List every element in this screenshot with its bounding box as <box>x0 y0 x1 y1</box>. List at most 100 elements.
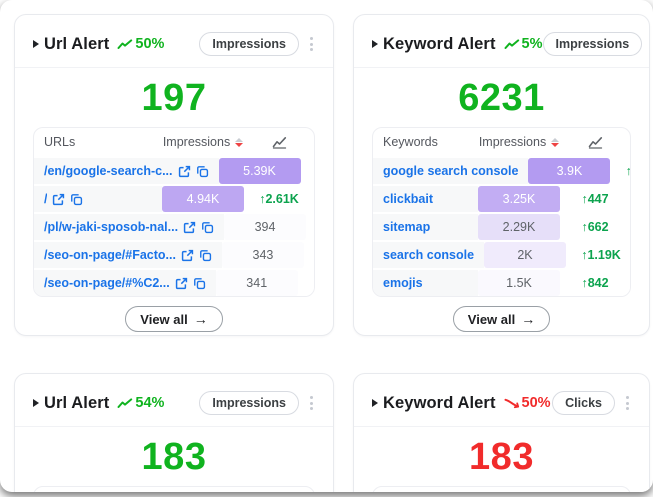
big-number: 183 <box>33 438 315 476</box>
change-cell: ↑299 <box>298 270 315 296</box>
change-cell: ↑1.19K <box>566 242 631 268</box>
expand-triangle-icon[interactable] <box>372 40 378 48</box>
col2-header[interactable]: Impressions <box>478 128 560 156</box>
url-link[interactable]: /pl/w-jaki-sposob-nal... <box>44 220 178 234</box>
copy-icon[interactable] <box>201 221 214 234</box>
trend-up-icon <box>504 39 520 50</box>
keyword-link[interactable]: emojis <box>383 276 423 290</box>
header-divider <box>15 67 333 68</box>
chart-line-icon[interactable] <box>272 136 287 149</box>
data-table: Keywords Clicks <box>372 486 631 492</box>
value-cell: 5.39K <box>219 158 301 184</box>
change-cell: ↑2.61K <box>244 186 314 212</box>
change-cell: ↑662 <box>560 214 630 240</box>
big-number: 183 <box>372 438 631 476</box>
url-link[interactable]: /seo-on-page/#%C2... <box>44 276 170 290</box>
expand-triangle-icon[interactable] <box>33 399 39 407</box>
view-all-button[interactable]: View all→ <box>453 306 550 332</box>
table-row: sitemap 2.29K ↑662 <box>373 212 630 240</box>
card-title: Url Alert <box>44 394 109 413</box>
arrow-right-icon: → <box>521 311 535 327</box>
keyword-link[interactable]: clickbait <box>383 192 433 206</box>
table-row: /seo-on-page/#Facto... 343 ↑297 <box>34 240 314 268</box>
external-link-icon[interactable] <box>52 193 65 206</box>
card-keyword-alert-2: Keyword Alert 50% Clicks 183 Keywords Cl… <box>353 373 650 492</box>
external-link-icon[interactable] <box>183 221 196 234</box>
table-header-row: URLs Impressions <box>34 128 314 156</box>
table-header-row: Keywords Clicks <box>373 487 630 492</box>
trend: 50% <box>504 395 551 411</box>
change-cell: ↑842 <box>560 270 630 296</box>
copy-icon[interactable] <box>70 193 83 206</box>
keyword-link[interactable]: search console <box>383 248 474 262</box>
kebab-menu-icon[interactable] <box>624 393 631 413</box>
value-cell: 394 <box>224 214 306 240</box>
trend: 50% <box>117 36 164 52</box>
kebab-menu-icon[interactable] <box>308 393 315 413</box>
card-title: Keyword Alert <box>383 35 496 54</box>
col2-header[interactable]: Impressions <box>162 487 244 492</box>
copy-icon[interactable] <box>199 249 212 262</box>
expand-triangle-icon[interactable] <box>33 40 39 48</box>
url-link[interactable]: /en/google-search-c... <box>44 164 173 178</box>
copy-icon[interactable] <box>196 165 209 178</box>
metric-button[interactable]: Impressions <box>543 32 643 56</box>
keyword-link[interactable]: sitemap <box>383 220 430 234</box>
chart-line-icon[interactable] <box>588 136 603 149</box>
external-link-icon[interactable] <box>175 277 188 290</box>
trend-up-icon <box>117 39 133 50</box>
value-cell: 3.9K <box>528 158 610 184</box>
trend-up-icon <box>117 398 133 409</box>
metric-button[interactable]: Clicks <box>552 391 615 415</box>
col1-header: Keywords <box>373 487 478 492</box>
value-cell: 3.25K <box>478 186 560 212</box>
change-cell: ↑447 <box>560 186 630 212</box>
metric-button[interactable]: Impressions <box>199 32 299 56</box>
table-row: /pl/w-jaki-sposob-nal... 394 ↑341 <box>34 212 314 240</box>
external-link-icon[interactable] <box>178 165 191 178</box>
value-cell: 1.5K <box>478 270 560 296</box>
sort-icon[interactable] <box>551 138 559 147</box>
view-all-button[interactable]: View all→ <box>125 306 222 332</box>
sort-icon[interactable] <box>235 138 243 147</box>
metric-button[interactable]: Impressions <box>199 391 299 415</box>
table-header-row: URLs Impressions <box>34 487 314 492</box>
data-table: Keywords Impressions google search conso… <box>372 127 631 297</box>
cards-grid: Url Alert 50% Impressions 197 URLs Impre… <box>14 14 650 492</box>
card-header: Keyword Alert 50% Clicks <box>372 390 631 416</box>
value-cell: 4.94K <box>162 186 244 212</box>
big-number: 6231 <box>372 79 631 117</box>
big-number: 197 <box>33 79 315 117</box>
table-header-row: Keywords Impressions <box>373 128 630 156</box>
trend: 54% <box>117 395 164 411</box>
url-link[interactable]: / <box>44 192 47 206</box>
keyword-link[interactable]: google search console <box>383 164 518 178</box>
table-row: google search console 3.9K ↑1.59K <box>373 156 630 184</box>
arrow-right-icon: → <box>194 311 208 327</box>
dashboard-frame: Url Alert 50% Impressions 197 URLs Impre… <box>0 0 653 492</box>
header-divider <box>15 426 333 427</box>
change-cell: ↑297 <box>304 242 315 268</box>
trend-down-icon <box>504 398 520 409</box>
value-cell: 2K <box>484 242 566 268</box>
card-header: Keyword Alert 5% Impressions <box>372 31 631 57</box>
table-row: /en/google-search-c... 5.39K ↑2.69K <box>34 156 314 184</box>
change-cell: ↑2.69K <box>301 158 315 184</box>
data-table: URLs Impressions /en/google-search-c... … <box>33 127 315 297</box>
col1-header: URLs <box>34 487 162 492</box>
header-divider <box>354 67 649 68</box>
trend-percent: 5% <box>522 36 543 52</box>
copy-icon[interactable] <box>193 277 206 290</box>
col2-header[interactable]: Clicks <box>478 487 560 492</box>
change-cell: ↑1.59K <box>610 158 631 184</box>
card-title: Url Alert <box>44 35 109 54</box>
external-link-icon[interactable] <box>181 249 194 262</box>
col2-header[interactable]: Impressions <box>162 128 244 156</box>
kebab-menu-icon[interactable] <box>308 34 315 54</box>
trend-percent: 54% <box>135 395 164 411</box>
url-link[interactable]: /seo-on-page/#Facto... <box>44 248 176 262</box>
value-cell: 343 <box>222 242 304 268</box>
card-url-alert-2: Url Alert 54% Impressions 183 URLs Impre… <box>14 373 334 492</box>
expand-triangle-icon[interactable] <box>372 399 378 407</box>
table-row: search console 2K ↑1.19K <box>373 240 630 268</box>
